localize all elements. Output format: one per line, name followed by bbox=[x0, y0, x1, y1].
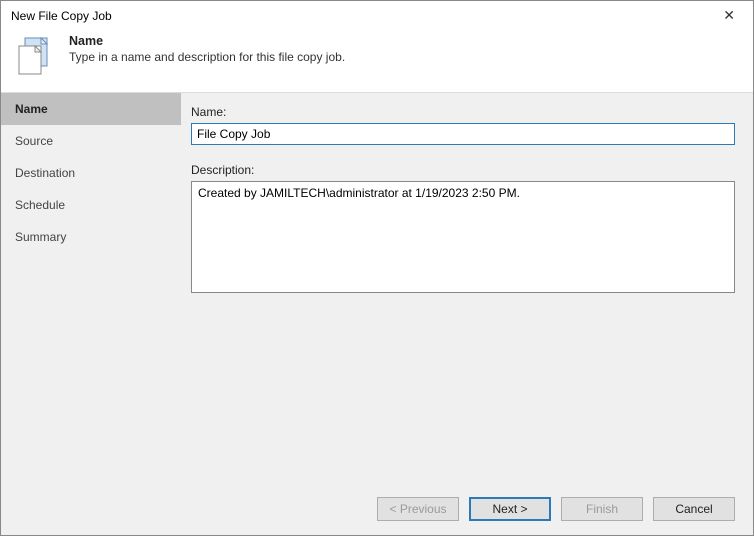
header-subtitle: Type in a name and description for this … bbox=[69, 50, 345, 64]
sidebar-item-label: Schedule bbox=[15, 198, 65, 212]
file-copy-icon bbox=[13, 34, 57, 78]
sidebar-item-summary[interactable]: Summary bbox=[1, 221, 181, 253]
wizard-body: Name Source Destination Schedule Summary… bbox=[1, 93, 753, 487]
sidebar-item-source[interactable]: Source bbox=[1, 125, 181, 157]
header-text: Name Type in a name and description for … bbox=[69, 34, 345, 64]
wizard-header: Name Type in a name and description for … bbox=[1, 28, 753, 93]
wizard-sidebar: Name Source Destination Schedule Summary bbox=[1, 93, 181, 487]
next-button[interactable]: Next > bbox=[469, 497, 551, 521]
close-icon[interactable]: ✕ bbox=[715, 7, 743, 24]
window-title: New File Copy Job bbox=[11, 9, 112, 23]
titlebar: New File Copy Job ✕ bbox=[1, 1, 753, 28]
sidebar-item-schedule[interactable]: Schedule bbox=[1, 189, 181, 221]
sidebar-item-name[interactable]: Name bbox=[1, 93, 181, 125]
wizard-footer: < Previous Next > Finish Cancel bbox=[1, 487, 753, 535]
wizard-content: Name: Description: bbox=[181, 93, 753, 487]
name-label: Name: bbox=[191, 105, 735, 119]
previous-button: < Previous bbox=[377, 497, 459, 521]
sidebar-item-label: Source bbox=[15, 134, 53, 148]
sidebar-item-label: Summary bbox=[15, 230, 66, 244]
cancel-button[interactable]: Cancel bbox=[653, 497, 735, 521]
sidebar-item-label: Destination bbox=[15, 166, 75, 180]
name-input[interactable] bbox=[191, 123, 735, 145]
finish-button: Finish bbox=[561, 497, 643, 521]
description-textarea[interactable] bbox=[191, 181, 735, 293]
sidebar-item-destination[interactable]: Destination bbox=[1, 157, 181, 189]
sidebar-item-label: Name bbox=[15, 102, 48, 116]
description-label: Description: bbox=[191, 163, 735, 177]
header-title: Name bbox=[69, 34, 345, 48]
